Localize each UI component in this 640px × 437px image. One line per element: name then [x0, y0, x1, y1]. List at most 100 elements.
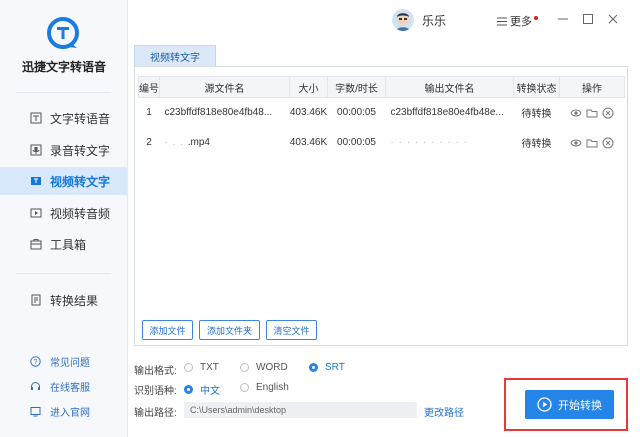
status: 待转换	[521, 139, 552, 150]
app-logo-icon	[47, 17, 79, 49]
radio-label: TXT	[200, 362, 219, 373]
clear-files-button[interactable]: 清空文件	[266, 320, 317, 340]
preview-eye-icon[interactable]	[570, 137, 582, 149]
user-name: 乐乐	[422, 13, 447, 28]
file-table: 编号 源文件名 大小 字数/时长 输出文件名 转换状态 操作 1 c23bffd…	[138, 76, 625, 158]
website-link[interactable]: 进入官网	[0, 402, 127, 420]
table-row[interactable]: 2 · . . .mp4 403.46K 00:00:05 · · · · · …	[139, 128, 625, 158]
preview-eye-icon[interactable]	[570, 107, 582, 119]
radio-circle	[184, 385, 193, 394]
column-header: 操作	[559, 76, 625, 98]
video-to-audio-icon	[30, 208, 42, 218]
radio-circle	[184, 363, 193, 372]
notification-dot	[534, 16, 538, 20]
maximize-icon[interactable]	[581, 12, 595, 26]
row-number: 1	[146, 107, 152, 119]
radio-label: English	[256, 382, 289, 393]
format-txt-radio[interactable]: TXT	[184, 362, 219, 373]
blurred-text: · . .	[164, 137, 188, 148]
divider	[16, 92, 111, 93]
avatar	[392, 9, 414, 31]
file-size: 403.46K	[289, 107, 328, 119]
radio-label: WORD	[256, 362, 288, 373]
sidebar-item-label: 视频转音频	[50, 206, 111, 221]
lang-english-radio[interactable]: English	[240, 382, 289, 393]
column-header: 转换状态	[513, 76, 560, 98]
output-format-label: 输出格式:	[134, 366, 177, 377]
close-icon[interactable]	[606, 12, 620, 26]
language-label: 识别语种:	[134, 386, 177, 397]
help-icon: ?	[30, 355, 41, 367]
radio-label: SRT	[325, 362, 345, 373]
sidebar-item-result[interactable]: 转换结果	[0, 286, 127, 314]
source-file-name: c23bffdf818e80e4fb48...	[164, 107, 273, 119]
start-convert-label: 开始转换	[558, 399, 602, 412]
change-path-link[interactable]: 更改路径	[424, 404, 464, 419]
text-to-speech-icon	[30, 112, 42, 124]
delete-icon[interactable]	[602, 137, 614, 149]
output-file-name: · · · · · · · · · ·	[386, 128, 514, 158]
headset-icon	[31, 381, 40, 390]
format-srt-radio[interactable]: SRT	[309, 362, 345, 373]
divider	[16, 273, 111, 274]
row-actions	[560, 128, 625, 158]
delete-icon[interactable]	[602, 107, 614, 119]
duration: 00:00:05	[337, 137, 376, 148]
radio-circle	[309, 363, 318, 372]
output-file-name: c23bffdf818e80e4fb48e...	[390, 107, 504, 119]
play-icon	[537, 397, 552, 412]
output-path-label: 输出路径:	[134, 408, 177, 419]
app-window: 迅捷文字转语音 文字转语音 录音转文字 视频转文字 视频转音频 工具箱 转换结果	[0, 0, 640, 437]
table-row[interactable]: 1 c23bffdf818e80e4fb48... 403.46K 00:00:…	[139, 98, 625, 128]
menu-icon	[497, 17, 507, 25]
status: 待转换	[521, 109, 552, 121]
file-size: 403.46K	[289, 137, 328, 148]
sidebar-item-label: 文字转语音	[50, 111, 111, 126]
folder-icon[interactable]	[586, 107, 598, 119]
radio-circle	[240, 363, 249, 372]
sidebar: 迅捷文字转语音 文字转语音 录音转文字 视频转文字 视频转音频 工具箱 转换结果	[0, 0, 128, 437]
video-to-text-icon	[31, 177, 41, 185]
sidebar-item-label: 录音转文字	[50, 143, 111, 158]
row-number: 2	[146, 137, 152, 148]
sidebar-item-video-to-text[interactable]: 视频转文字	[0, 167, 127, 195]
result-icon	[31, 294, 41, 306]
website-icon	[30, 406, 41, 416]
record-to-text-icon	[30, 144, 42, 156]
svg-text:?: ?	[34, 359, 38, 366]
format-word-radio[interactable]: WORD	[240, 362, 288, 373]
sidebar-item-video-to-audio[interactable]: 视频转音频	[0, 199, 127, 227]
column-header: 源文件名	[159, 76, 290, 98]
toolbox-icon	[30, 239, 42, 250]
column-header: 大小	[289, 76, 328, 98]
sidebar-item-record-to-text[interactable]: 录音转文字	[0, 136, 127, 164]
sidebar-item-toolbox[interactable]: 工具箱	[0, 230, 127, 258]
column-header: 编号	[138, 76, 160, 98]
online-service-link[interactable]: 在线客服	[0, 377, 127, 395]
sidebar-item-text-to-speech[interactable]: 文字转语音	[0, 104, 127, 132]
tab-video-to-text[interactable]: 视频转文字	[134, 45, 216, 66]
start-convert-button[interactable]: 开始转换	[525, 390, 614, 419]
source-file-name: · . . .mp4	[164, 137, 210, 148]
blurred-text: · · · · · · · · · ·	[390, 137, 468, 148]
table-header-row: 编号 源文件名 大小 字数/时长 输出文件名 转换状态 操作	[138, 76, 625, 98]
minimize-icon[interactable]	[556, 12, 570, 26]
user-profile[interactable]: 乐乐	[392, 9, 446, 31]
help-label: 常见问题	[50, 357, 90, 369]
row-actions	[560, 98, 625, 128]
file-list-panel: 编号 源文件名 大小 字数/时长 输出文件名 转换状态 操作 1 c23bffd…	[134, 66, 628, 346]
website-label: 进入官网	[50, 407, 90, 419]
add-folder-button[interactable]: 添加文件夹	[199, 320, 260, 340]
column-header: 输出文件名	[385, 76, 514, 98]
column-header: 字数/时长	[327, 76, 386, 98]
more-menu-button[interactable]: 更多	[497, 13, 538, 29]
sidebar-item-label: 视频转文字	[50, 174, 111, 189]
more-label: 更多	[510, 16, 532, 28]
output-path-field[interactable]: C:\Users\admin\desktop	[184, 402, 417, 418]
lang-chinese-radio[interactable]: 中文	[184, 382, 220, 397]
sidebar-item-label: 转换结果	[50, 293, 99, 308]
help-link[interactable]: ? 常见问题	[0, 352, 127, 370]
duration: 00:00:05	[337, 107, 376, 119]
add-file-button[interactable]: 添加文件	[142, 320, 193, 340]
folder-icon[interactable]	[586, 137, 598, 149]
